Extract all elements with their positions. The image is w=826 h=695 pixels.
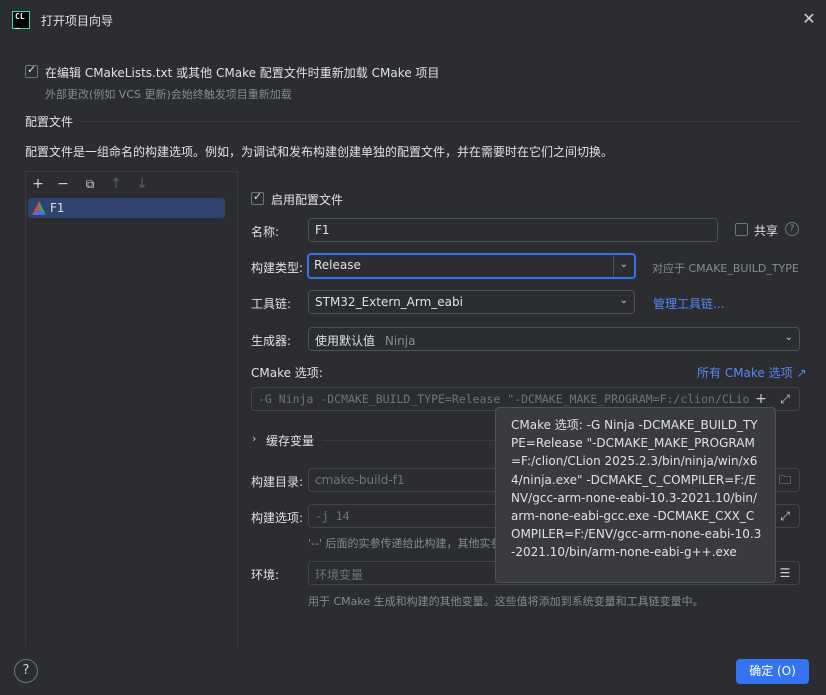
enable-profile-label: 启用配置文件 xyxy=(271,193,344,207)
profiles-heading: 配置文件 xyxy=(25,115,74,129)
build-type-value: Release xyxy=(314,258,361,272)
remove-icon[interactable]: − xyxy=(55,176,71,192)
share-label: 共享 xyxy=(754,224,779,238)
generator-label: 生成器: xyxy=(251,334,292,348)
name-field[interactable]: F1 xyxy=(308,218,718,242)
clion-logo-icon: CL _ xyxy=(12,11,30,29)
cmake-options-tooltip: CMake 选项: -G Ninja -DCMAKE_BUILD_TYPE=Re… xyxy=(495,407,776,583)
all-cmake-options-link[interactable]: 所有 CMake 选项 ↗ xyxy=(697,364,807,381)
arrow-up-right-icon: ↗ xyxy=(796,366,807,380)
toolchain-dropdown[interactable]: STM32_Extern_Arm_eabi ⌄ xyxy=(308,290,635,314)
reload-checkbox[interactable] xyxy=(25,63,38,78)
build-type-hint: 对应于 CMAKE_BUILD_TYPE xyxy=(652,262,799,275)
section-divider xyxy=(80,121,800,122)
chevron-down-icon: ⌄ xyxy=(619,295,628,306)
expand-icon[interactable]: ⤢ xyxy=(776,390,794,408)
env-label: 环境: xyxy=(251,568,280,582)
ok-button[interactable]: 确定 (O) xyxy=(736,659,809,684)
copy-icon[interactable]: ⧉ xyxy=(82,176,98,192)
generator-value: 使用默认值 xyxy=(315,334,376,348)
manage-toolchains-link[interactable]: 管理工具链... xyxy=(653,295,724,312)
name-label: 名称: xyxy=(251,225,280,239)
expand-icon[interactable]: ⤢ xyxy=(776,507,794,525)
generator-dropdown[interactable]: 使用默认值 Ninja ⌄ xyxy=(308,327,800,351)
plus-icon[interactable]: + xyxy=(752,390,770,408)
move-down-icon[interactable]: ↓ xyxy=(134,176,150,192)
build-options-label: 构建选项: xyxy=(251,511,304,525)
cmake-options-label: CMake 选项: xyxy=(251,366,323,380)
help-circle-icon[interactable]: ? xyxy=(785,222,799,236)
close-icon[interactable]: ✕ xyxy=(798,8,820,30)
chevron-down-icon: ⌄ xyxy=(784,332,793,343)
profiles-description: 配置文件是一组命名的构建选项。例如，为调试和发布构建创建单独的配置文件，并在需要… xyxy=(25,145,614,159)
cmake-options-value: -G Ninja -DCMAKE_BUILD_TYPE=Release "-DC… xyxy=(258,392,750,406)
enable-profile-checkbox[interactable] xyxy=(251,190,264,205)
build-type-combobox[interactable]: Release ⌄ xyxy=(307,253,636,279)
reload-hint: 外部更改(例如 VCS 更新)会始终触发项目重新加载 xyxy=(45,88,292,101)
reload-checkbox-label: 在编辑 CMakeLists.txt 或其他 CMake 配置文件时重新加载 C… xyxy=(45,66,440,80)
generator-hint: Ninja xyxy=(384,334,416,348)
chevron-down-icon: ⌄ xyxy=(619,259,628,270)
build-options-hint: '--' 后面的实参传递给此构建，其他实参 xyxy=(308,537,502,550)
profile-item-f1[interactable]: F1 xyxy=(28,198,225,218)
all-cmake-options-label: 所有 CMake 选项 xyxy=(697,366,793,380)
cache-vars-label[interactable]: 缓存变量 xyxy=(266,432,314,449)
section-divider xyxy=(322,440,502,441)
toolchain-label: 工具链: xyxy=(251,297,292,311)
profiles-list-panel xyxy=(25,171,238,647)
share-checkbox[interactable] xyxy=(735,223,748,236)
combo-divider xyxy=(613,255,614,277)
profile-item-label: F1 xyxy=(50,201,65,215)
move-up-icon[interactable]: ↑ xyxy=(108,176,124,192)
build-dir-label: 构建目录: xyxy=(251,475,304,489)
cmake-triangle-icon xyxy=(32,201,46,215)
chevron-right-icon[interactable]: › xyxy=(252,432,256,445)
help-icon[interactable]: ? xyxy=(14,659,38,683)
build-type-label: 构建类型: xyxy=(251,261,304,275)
env-hint: 用于 CMake 生成和构建的其他变量。这些值将添加到系统变量和工具链变量中。 xyxy=(308,595,704,608)
list-icon[interactable]: ☰ xyxy=(776,564,794,582)
window-title: 打开项目向导 xyxy=(41,14,114,28)
toolchain-value: STM32_Extern_Arm_eabi xyxy=(315,295,463,309)
add-icon[interactable]: + xyxy=(30,176,46,192)
folder-icon[interactable]: 🗀 xyxy=(776,471,794,489)
